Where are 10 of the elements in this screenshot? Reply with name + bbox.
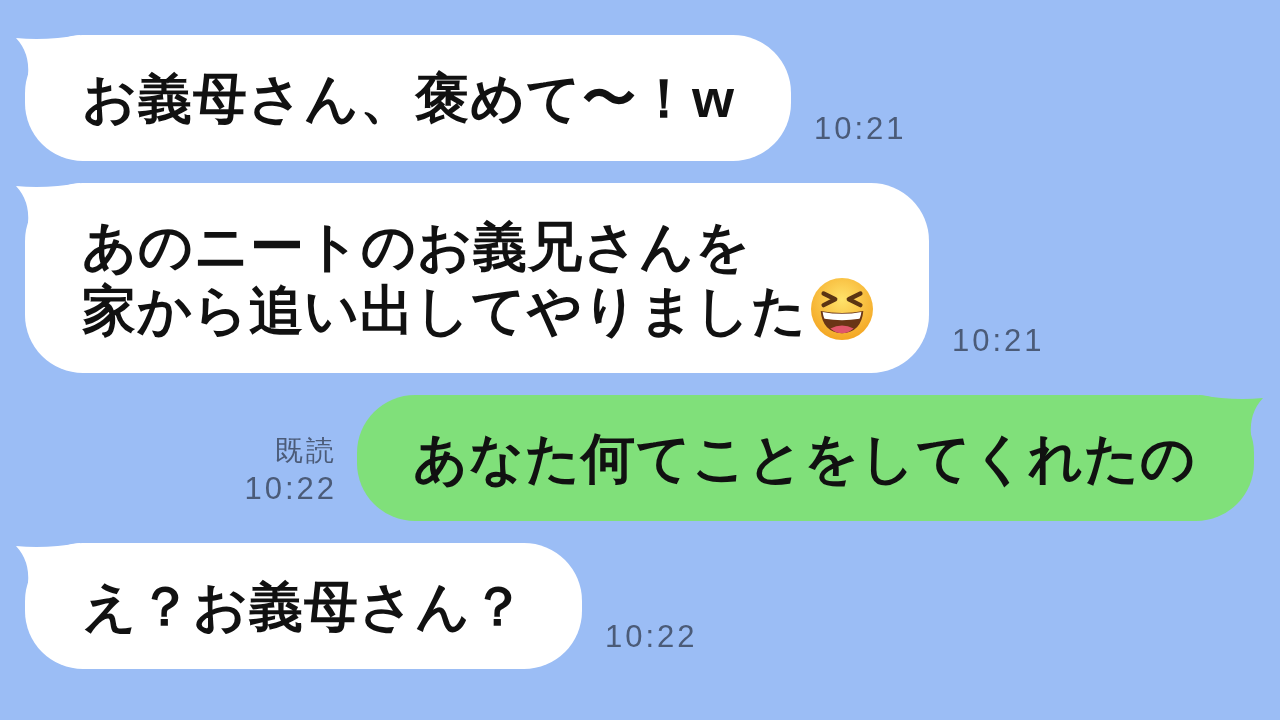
message-text: え？お義母さん？ (82, 576, 526, 636)
message-text: 家から追い出してやりました (82, 280, 807, 340)
message-text: お義母さん、褒めて〜！w (82, 68, 735, 128)
timestamp: 10:21 (814, 110, 907, 148)
timestamp: 10:22 (605, 618, 698, 656)
message-text: あのニートのお義兄さんを (82, 216, 751, 276)
timestamp: 10:22 (244, 470, 337, 508)
message-text: あなた何てことをしてくれたの (413, 428, 1196, 488)
timestamp: 10:21 (952, 322, 1045, 360)
read-receipt: 既読 (275, 434, 337, 468)
